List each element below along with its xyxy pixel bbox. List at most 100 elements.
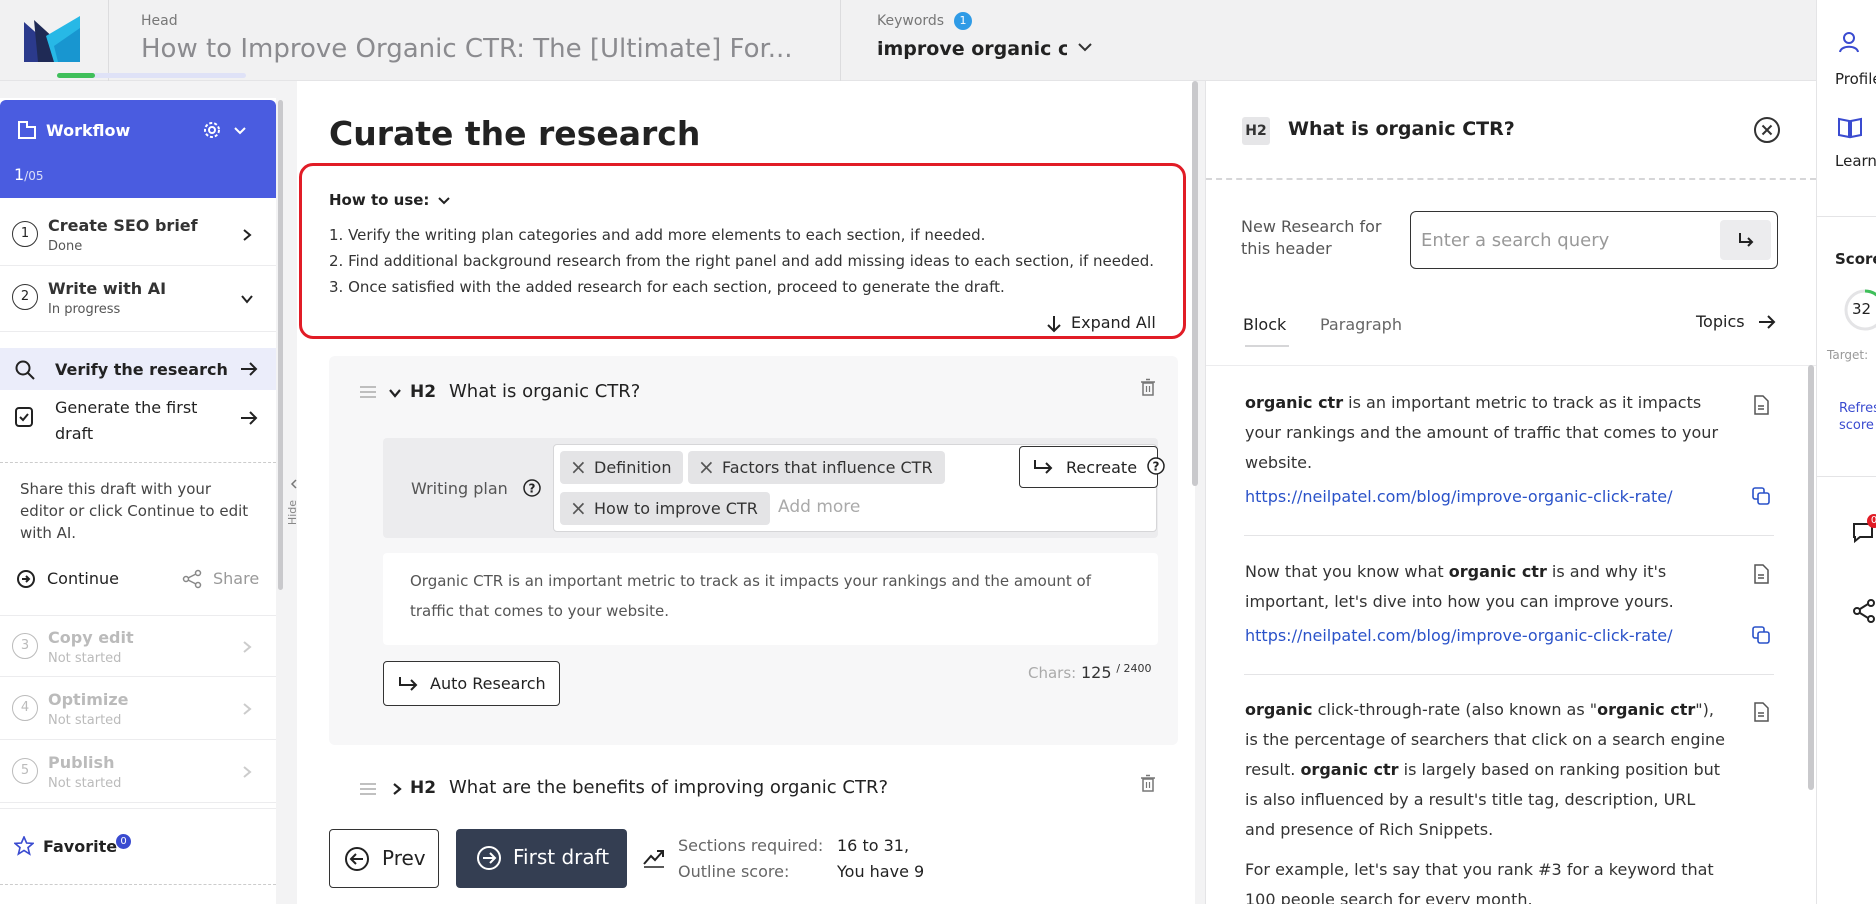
header-divider (108, 0, 109, 81)
task-generate-first-draft[interactable]: Generate the first draft (0, 392, 276, 446)
chevron-down-icon[interactable] (437, 194, 451, 208)
star-icon[interactable] (14, 836, 34, 856)
book-icon[interactable] (1837, 117, 1863, 139)
chip-label: Factors that influence CTR (722, 458, 933, 477)
research-search-box (1410, 211, 1778, 269)
step-publish[interactable]: 5 Publish Not started (0, 741, 276, 803)
sections-required-value: 16 to 31, (837, 836, 910, 855)
sidebar-scrollbar[interactable] (278, 100, 283, 590)
drag-handle-icon[interactable] (360, 782, 376, 796)
rail-profile-label[interactable]: Profile (1835, 70, 1876, 88)
step-write-with-ai[interactable]: 2 Write with AI In progress (0, 267, 276, 332)
drag-handle-icon[interactable] (360, 385, 376, 399)
refresh-score-link[interactable]: Refresh score (1839, 400, 1876, 434)
writing-plan-chip[interactable]: × Definition (560, 451, 684, 484)
step-optimize[interactable]: 4 Optimize Not started (0, 678, 276, 740)
task-verify-research[interactable]: Verify the research (0, 348, 276, 390)
profile-icon[interactable] (1838, 31, 1860, 53)
arrow-left-circle-icon (345, 847, 369, 871)
trend-icon (643, 850, 664, 868)
search-submit-button[interactable] (1720, 220, 1771, 260)
tab-paragraph[interactable]: Paragraph (1320, 315, 1402, 334)
research-result-text[interactable]: organic ctr is an important metric to tr… (1245, 388, 1725, 478)
page-title: Curate the research (329, 114, 701, 153)
center-scrollbar[interactable] (1192, 81, 1198, 486)
research-scrollbar[interactable] (1808, 365, 1814, 790)
task-label: Verify the research (55, 360, 228, 379)
insert-document-icon[interactable] (1752, 702, 1770, 722)
prev-button[interactable]: Prev (329, 829, 439, 888)
svg-text:?: ? (529, 482, 536, 496)
section-title[interactable]: What is organic CTR? (449, 381, 640, 402)
arrow-right-icon[interactable] (1758, 314, 1776, 330)
header-divider (840, 0, 841, 81)
rail-divider (1817, 476, 1876, 477)
research-result-link[interactable]: https://neilpatel.com/blog/improve-organ… (1245, 626, 1673, 645)
help-icon[interactable]: ? (522, 478, 542, 498)
section-tag: H2 (410, 778, 437, 798)
help-icon[interactable]: ? (1146, 456, 1166, 476)
workflow-progress-fill (57, 73, 95, 78)
trash-icon[interactable] (1140, 378, 1156, 396)
gear-icon[interactable] (202, 120, 222, 140)
section-title[interactable]: What are the benefits of improving organ… (449, 777, 888, 798)
writing-plan-chip[interactable]: × How to improve CTR (560, 492, 770, 525)
research-search-input[interactable] (1421, 222, 1711, 258)
step-number: 4 (12, 695, 38, 721)
insert-document-icon[interactable] (1752, 564, 1770, 584)
research-result-text[interactable]: For example, let's say that you rank #3 … (1245, 855, 1725, 904)
auto-research-button[interactable]: Auto Research (383, 661, 560, 706)
writing-plan-chip[interactable]: × Factors that influence CTR (688, 451, 945, 484)
document-icon (15, 407, 33, 427)
add-more-input[interactable]: Add more (778, 497, 860, 517)
arrow-right-circle-icon (477, 846, 501, 870)
keywords-count-badge: 1 (954, 12, 972, 30)
arrow-down-icon[interactable] (1046, 315, 1062, 333)
remove-chip-icon[interactable]: × (698, 451, 715, 484)
chevron-right-icon (243, 766, 252, 778)
research-result-link[interactable]: https://neilpatel.com/blog/improve-organ… (1245, 487, 1673, 506)
chevron-down-icon[interactable] (388, 386, 402, 400)
copy-icon[interactable] (1752, 487, 1770, 505)
topics-link[interactable]: Topics (1696, 312, 1745, 331)
copy-icon[interactable] (1752, 626, 1770, 644)
section-paragraph[interactable]: Organic CTR is an important metric to tr… (410, 566, 1130, 626)
how-to-use-toggle[interactable]: How to use: (329, 191, 429, 209)
step-create-seo-brief[interactable]: 1 Create SEO brief Done (0, 204, 276, 266)
chevron-right-icon[interactable] (390, 782, 404, 796)
head-title[interactable]: How to Improve Organic CTR: The [Ultimat… (141, 34, 793, 64)
insert-document-icon[interactable] (1752, 395, 1770, 415)
keywords-label: Keywords (877, 13, 945, 29)
rail-learn-label[interactable]: Learn (1835, 152, 1876, 170)
chevron-down-icon[interactable] (232, 123, 248, 139)
research-result-text[interactable]: organic click-through-rate (also known a… (1245, 695, 1725, 845)
workflow-icon (18, 121, 36, 139)
workflow-progress-count: 1/05 (14, 165, 44, 184)
expand-all-button[interactable]: Expand All (1071, 313, 1156, 332)
keyword-selector[interactable]: improve organic ctr (877, 38, 1067, 60)
recreate-label: Recreate (1066, 458, 1138, 477)
research-section-title: What is organic CTR? (1288, 118, 1515, 140)
favorite-label[interactable]: Favorite (43, 837, 117, 856)
tab-block[interactable]: Block (1243, 315, 1286, 334)
panel-divider (1205, 81, 1206, 904)
close-icon[interactable] (1753, 116, 1781, 144)
share-button[interactable]: Share (213, 569, 259, 588)
step-copy-edit[interactable]: 3 Copy edit Not started (0, 615, 276, 677)
chip-label: How to improve CTR (594, 499, 758, 518)
score-value: 32 (1852, 300, 1872, 318)
app-logo-icon[interactable] (24, 16, 80, 62)
remove-chip-icon[interactable]: × (570, 451, 587, 484)
chevron-right-icon (243, 641, 252, 653)
chevron-down-icon[interactable] (1076, 38, 1094, 56)
how-to-line: 3. Once satisfied with the added researc… (329, 278, 1005, 296)
character-count: Chars: 125 / 2400 (1028, 662, 1152, 682)
step-status: Not started (48, 713, 122, 728)
research-result-text[interactable]: Now that you know what organic ctr is an… (1245, 557, 1725, 617)
continue-button[interactable]: Continue (47, 569, 119, 588)
remove-chip-icon[interactable]: × (570, 492, 587, 525)
trash-icon[interactable] (1140, 774, 1156, 792)
first-draft-button[interactable]: First draft (456, 829, 627, 888)
share-icon[interactable] (1851, 598, 1876, 624)
recreate-button[interactable]: Recreate (1019, 446, 1158, 488)
